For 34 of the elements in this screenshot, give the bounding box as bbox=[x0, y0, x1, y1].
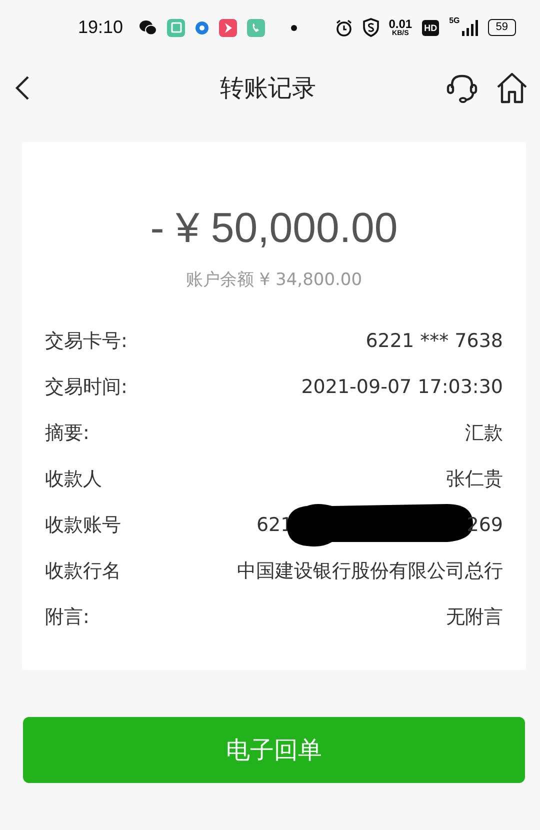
e-receipt-button[interactable]: 电子回单 bbox=[23, 717, 525, 783]
dot-icon bbox=[291, 24, 298, 30]
amount: - ¥ 50,000.00 bbox=[150, 203, 398, 253]
field-value: 2021-09-07 17:03:30 bbox=[301, 376, 503, 398]
hd-badge: HD bbox=[422, 20, 440, 36]
back-icon[interactable] bbox=[14, 74, 30, 100]
headset-icon[interactable] bbox=[446, 72, 478, 102]
field-label: 附言: bbox=[45, 605, 90, 630]
field-label: 交易时间: bbox=[45, 375, 128, 400]
network-label: 5G bbox=[449, 16, 460, 25]
play-app-icon bbox=[219, 18, 238, 36]
alarm-icon bbox=[334, 18, 353, 36]
home-icon[interactable] bbox=[496, 72, 528, 104]
app-icon bbox=[167, 18, 186, 36]
field-label: 收款人 bbox=[45, 467, 102, 492]
field-label: 摘要: bbox=[45, 421, 90, 446]
status-time: 19:10 bbox=[78, 17, 124, 38]
page-title: 转账记录 bbox=[219, 72, 317, 104]
field-value: 汇款 bbox=[465, 421, 503, 446]
field-value: 张仁贵 bbox=[446, 467, 503, 492]
field-value: 6221 *** 7638 bbox=[366, 330, 503, 352]
field-label: 收款账号 bbox=[45, 513, 121, 538]
account-balance: 账户余额 ¥ 34,800.00 bbox=[186, 269, 362, 291]
shield-icon bbox=[362, 18, 379, 37]
app-icon bbox=[195, 20, 210, 34]
field-value: 中国建设银行股份有限公司总行 bbox=[237, 559, 503, 584]
net-speed: 0.01 bbox=[388, 18, 412, 30]
chat-icon bbox=[139, 20, 158, 36]
field-label: 交易卡号: bbox=[45, 329, 128, 354]
signal-icon bbox=[462, 19, 478, 36]
field-label: 收款行名 bbox=[45, 559, 121, 584]
battery-level: 59 bbox=[488, 19, 516, 36]
phone-app-icon bbox=[247, 18, 266, 36]
field-value: 无附言 bbox=[446, 605, 503, 630]
